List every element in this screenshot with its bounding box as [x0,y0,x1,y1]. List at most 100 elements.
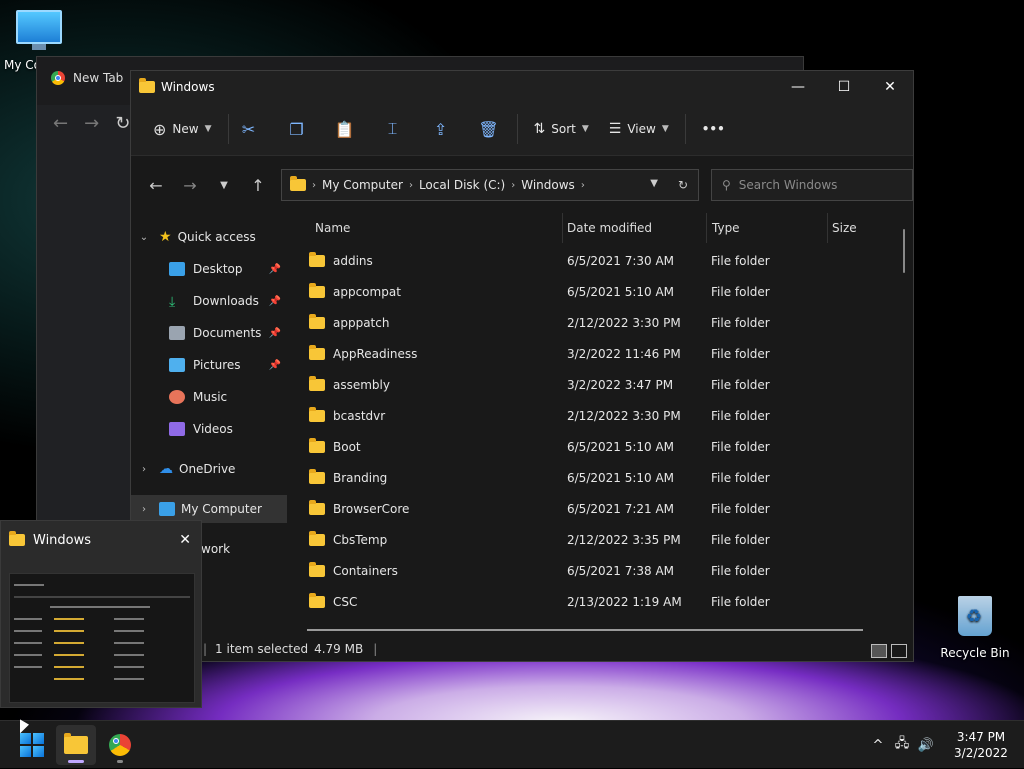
column-header-date[interactable]: Date modified [561,213,652,243]
minimize-button[interactable]: — [775,71,821,103]
vertical-scrollbar[interactable] [903,229,905,273]
table-row[interactable]: BrowserCore 6/5/2021 7:21 AM File folder [297,493,897,524]
pin-icon[interactable]: 📌 [269,328,281,339]
table-row[interactable]: assembly 3/2/2022 3:47 PM File folder [297,369,897,400]
volume-icon[interactable]: 🔊 [914,738,938,753]
recycle-bin-icon: ♻ [958,596,992,636]
desktop-icon-recycle-bin[interactable]: ♻ Recycle Bin [940,596,1010,660]
browser-tab[interactable]: New Tab [51,71,123,85]
view-button-label: View [627,122,656,136]
back-arrow-icon[interactable]: ← [53,113,68,134]
chevron-down-icon: ⌄ [139,231,149,243]
column-header-type[interactable]: Type [706,213,740,243]
sidebar-item-onedrive[interactable]: › ☁ OneDrive [137,455,293,483]
recent-locations-icon[interactable]: ▼ [207,180,241,191]
pin-icon[interactable]: 📌 [269,360,281,371]
start-button[interactable] [12,725,52,765]
thumbnail-close-icon[interactable]: ✕ [179,532,191,548]
more-options-button[interactable]: ••• [692,113,735,145]
table-row[interactable]: Containers 6/5/2021 7:38 AM File folder [297,555,897,586]
back-arrow-icon[interactable]: ← [139,176,173,195]
sidebar-item-documents[interactable]: Documents 📌 [131,319,287,347]
column-header-size[interactable]: Size [826,213,857,243]
view-button[interactable]: ☰ View ▼ [599,113,679,145]
address-bar[interactable]: › My Computer › Local Disk (C:) › Window… [281,169,699,201]
up-arrow-icon[interactable]: ↑ [241,176,275,195]
sidebar-item-music[interactable]: Music [131,383,287,411]
toolbar-divider [227,114,229,144]
new-button[interactable]: ⊕ New ▼ [143,113,222,145]
details-view-icon[interactable] [871,644,887,658]
table-row[interactable]: bcastdvr 2/12/2022 3:30 PM File folder [297,400,897,431]
taskbar-chrome[interactable] [100,725,140,765]
sidebar-item-my-computer[interactable]: › My Computer [131,495,287,523]
share-icon[interactable]: ⇪ [427,120,455,139]
sidebar-item-downloads[interactable]: ⤓ Downloads 📌 [131,287,287,315]
table-row[interactable]: apppatch 2/12/2022 3:30 PM File folder [297,307,897,338]
sidebar-item-pictures[interactable]: Pictures 📌 [131,351,287,379]
file-explorer-window[interactable]: Windows — ☐ ✕ ⊕ New ▼ ✂ ❐ 📋 ⌶ ⇪ 🗑 ⇅ Sort… [130,70,914,662]
table-row[interactable]: CSC 2/13/2022 1:19 AM File folder [297,586,897,617]
date-modified-cell: 3/2/2022 3:47 PM [567,377,674,392]
file-name: appcompat [333,284,401,299]
chevron-right-icon: › [142,463,146,475]
table-row[interactable]: addins 6/5/2021 7:30 AM File folder [297,245,897,276]
table-row[interactable]: appcompat 6/5/2021 5:10 AM File folder [297,276,897,307]
file-name-cell: BrowserCore [309,493,409,524]
column-headers: Name ⌃ Date modified Type Size [297,213,909,243]
file-name: addins [333,253,373,268]
thumbnail-window-preview[interactable] [9,573,195,703]
type-cell: File folder [711,470,770,485]
column-header-name[interactable]: Name [309,213,350,243]
cloud-icon: ☁ [159,461,173,477]
table-row[interactable]: CbsTemp 2/12/2022 3:35 PM File folder [297,524,897,555]
sidebar-item-label: OneDrive [179,462,236,476]
folder-icon [9,531,25,546]
cut-icon[interactable]: ✂ [235,120,263,139]
music-icon [169,390,185,404]
tiles-view-icon[interactable] [891,644,907,658]
folder-icon [309,468,325,484]
copy-icon[interactable]: ❐ [283,120,311,139]
taskbar: ^ 🖧 🔊 3:47 PM 3/2/2022 [0,720,1024,768]
close-button[interactable]: ✕ [867,71,913,103]
breadcrumb-windows[interactable]: Windows [521,178,575,192]
folder-icon [309,561,325,577]
search-icon: ⚲ [722,178,731,192]
breadcrumb-local-disk[interactable]: Local Disk (C:) [419,178,505,192]
delete-icon[interactable]: 🗑 [475,120,503,139]
folder-icon [309,313,325,329]
maximize-button[interactable]: ☐ [821,71,867,103]
rename-icon[interactable]: ⌶ [379,119,407,139]
show-hidden-icons-chevron-icon[interactable]: ^ [866,738,890,753]
network-icon[interactable]: 🖧 [890,734,914,756]
pin-icon[interactable]: 📌 [269,296,281,307]
horizontal-scrollbar[interactable] [307,629,863,631]
pin-icon[interactable]: 📌 [269,264,281,275]
taskbar-thumbnail-preview[interactable]: Windows ✕ [0,520,202,708]
table-row[interactable]: AppReadiness 3/2/2022 11:46 PM File folder [297,338,897,369]
date-modified-cell: 2/13/2022 1:19 AM [567,594,682,609]
address-dropdown-icon[interactable]: ▼ [650,178,658,192]
clock[interactable]: 3:47 PM 3/2/2022 [938,729,1024,761]
refresh-icon[interactable]: ↻ [678,178,688,192]
date-modified-cell: 2/12/2022 3:35 PM [567,532,681,547]
forward-arrow-icon[interactable]: → [84,113,99,134]
sidebar-item-videos[interactable]: Videos [131,415,287,443]
sidebar-item-quick-access[interactable]: ⌄ ★ Quick access [137,223,293,251]
search-input[interactable]: ⚲ Search Windows [711,169,913,201]
sort-button[interactable]: ⇅ Sort ▼ [524,113,599,145]
breadcrumb-my-computer[interactable]: My Computer [322,178,403,192]
sidebar-item-desktop[interactable]: Desktop 📌 [131,255,287,283]
type-cell: File folder [711,594,770,609]
paste-icon[interactable]: 📋 [331,120,359,139]
table-row[interactable]: Boot 6/5/2021 5:10 AM File folder [297,431,897,462]
taskbar-file-explorer[interactable] [56,725,96,765]
table-row[interactable]: Branding 6/5/2021 5:10 AM File folder [297,462,897,493]
folder-icon [290,176,306,191]
chevron-down-icon: ▼ [581,124,589,134]
forward-arrow-icon[interactable]: → [173,176,207,195]
explorer-titlebar[interactable]: Windows — ☐ ✕ [131,71,913,103]
reload-icon[interactable]: ↻ [115,113,130,134]
download-icon: ⤓ [169,294,176,310]
